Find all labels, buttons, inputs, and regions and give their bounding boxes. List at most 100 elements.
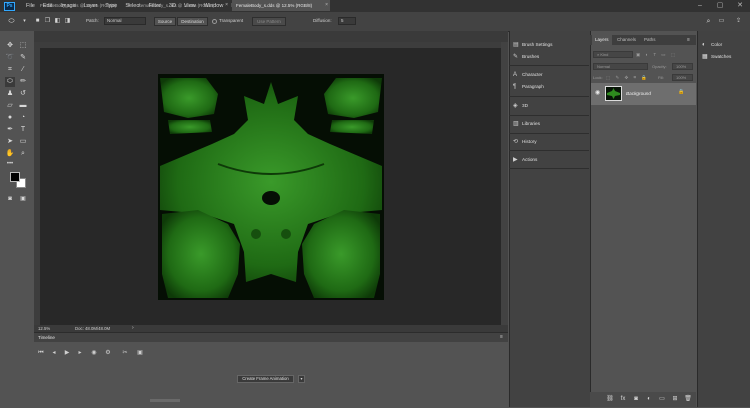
patch-tool-icon[interactable]: ⬭: [5, 77, 15, 87]
gradient-tool-icon[interactable]: ▬: [18, 101, 28, 111]
delete-layer-icon[interactable]: 🗑: [684, 395, 692, 403]
panel-libraries[interactable]: ▥ Libraries: [513, 119, 540, 128]
blur-tool-icon[interactable]: ●: [5, 113, 15, 123]
close-tab-icon[interactable]: ×: [225, 0, 228, 11]
add-mask-icon[interactable]: ◙: [632, 395, 640, 403]
create-frame-animation-button[interactable]: Create Frame Animation: [237, 375, 294, 383]
panel-brush-settings[interactable]: ▤ Brush Settings: [513, 40, 553, 49]
eyedropper-tool-icon[interactable]: ⁄: [18, 65, 28, 75]
split-at-playhead-icon[interactable]: ✂: [121, 349, 129, 357]
minimize-icon[interactable]: –: [690, 0, 710, 12]
tab-layers[interactable]: Layers: [592, 35, 612, 45]
screen-mode-icon[interactable]: ▣: [18, 194, 28, 204]
document-tab[interactable]: FemaleBody_s.dds @ 12.5% (RGB/8) ×: [36, 0, 132, 11]
previous-frame-icon[interactable]: ◂: [50, 349, 58, 357]
panel-actions[interactable]: ▶ Actions: [513, 155, 537, 164]
next-frame-icon[interactable]: ▸: [76, 349, 84, 357]
timeline-zoom-slider[interactable]: [150, 399, 180, 402]
dodge-tool-icon[interactable]: ◔: [18, 113, 28, 123]
tools-panel: [0, 31, 35, 407]
timeline-menu-icon[interactable]: ≡: [500, 333, 503, 342]
status-menu-icon[interactable]: ›: [132, 325, 134, 332]
tab-paths[interactable]: Paths: [641, 35, 659, 45]
layer-name[interactable]: Background: [626, 83, 651, 105]
pen-tool-icon[interactable]: ✒: [5, 125, 15, 135]
layer-row[interactable]: ◉ Background 🔒: [591, 83, 696, 105]
chevron-down-icon[interactable]: ▾: [20, 17, 29, 26]
move-tool-icon[interactable]: ✥: [5, 41, 15, 51]
first-frame-icon[interactable]: ⏮: [37, 349, 45, 357]
panel-paragraph[interactable]: ¶ Paragraph: [513, 82, 544, 91]
intersect-selection-icon[interactable]: ◨: [63, 17, 72, 26]
more-tools-icon[interactable]: •••: [5, 159, 15, 169]
close-tab-icon[interactable]: ×: [127, 0, 130, 11]
layer-style-icon[interactable]: fx: [619, 395, 627, 403]
layer-filter-kind[interactable]: ⌕ Kind: [593, 51, 633, 58]
lock-icons[interactable]: ⬚ ✎ ✥ ⌗ 🔒: [606, 74, 649, 81]
patch-mode-select[interactable]: Normal: [104, 17, 146, 25]
zoom-tool-icon[interactable]: ⌕: [18, 149, 28, 159]
eraser-tool-icon[interactable]: ▱: [5, 101, 15, 111]
new-selection-icon[interactable]: ■: [33, 17, 42, 26]
subtract-selection-icon[interactable]: ◧: [53, 17, 62, 26]
audio-icon[interactable]: ◉: [90, 349, 98, 357]
panel-character[interactable]: A Character: [513, 70, 543, 79]
panel-menu-icon[interactable]: ≡: [687, 35, 690, 45]
settings-icon[interactable]: ⚙: [104, 349, 112, 357]
chevron-down-icon[interactable]: ▾: [298, 375, 305, 383]
use-pattern-button[interactable]: Use Pattern: [252, 17, 286, 26]
marquee-tool-icon[interactable]: ⬚: [18, 41, 28, 51]
maximize-icon[interactable]: ▢: [710, 0, 730, 12]
panel-color[interactable]: ◐ Color: [702, 40, 722, 49]
crop-tool-icon[interactable]: ⌗: [5, 65, 15, 75]
transparent-checkbox[interactable]: [212, 19, 217, 24]
document-tab[interactable]: FemaleBody_s.dds @ 12.5% (RGB/8) ×: [134, 0, 230, 11]
foreground-color-swatch[interactable]: [10, 172, 20, 182]
filter-icons[interactable]: ▣ ◐ T ▭ ⬚: [636, 51, 677, 58]
horizontal-ruler: [34, 42, 501, 48]
timeline-title[interactable]: Timeline: [38, 333, 55, 342]
panel-history[interactable]: ⟲ History: [513, 137, 537, 146]
document-canvas-image[interactable]: [158, 74, 384, 300]
document-size: Doc: 48.0M/48.0M: [75, 326, 111, 331]
play-icon[interactable]: ▶: [63, 349, 71, 357]
history-brush-tool-icon[interactable]: ↺: [18, 89, 28, 99]
link-layers-icon[interactable]: ⛓: [606, 395, 614, 403]
panel-swatches[interactable]: ▦ Swatches: [702, 52, 731, 61]
fill-field[interactable]: 100%: [672, 74, 693, 81]
hand-tool-icon[interactable]: ✋: [5, 149, 15, 159]
add-selection-icon[interactable]: ❐: [43, 17, 52, 26]
eye-icon[interactable]: ◉: [595, 89, 600, 96]
document-tab-active[interactable]: FemaleBody_s.dds @ 12.5% (RGB/8) ×: [232, 0, 330, 11]
clone-stamp-tool-icon[interactable]: ♟: [5, 89, 15, 99]
close-icon[interactable]: ✕: [730, 0, 750, 12]
tab-channels[interactable]: Channels: [614, 35, 639, 45]
workspace-icon[interactable]: ▭: [717, 17, 726, 26]
transition-icon[interactable]: ▣: [136, 349, 144, 357]
close-tab-icon[interactable]: ×: [325, 0, 328, 11]
opacity-field[interactable]: 100%: [672, 63, 693, 70]
quick-mask-icon[interactable]: ◙: [5, 194, 15, 204]
blend-mode-select[interactable]: Normal: [593, 63, 648, 70]
vertical-scrollbar[interactable]: [501, 42, 508, 325]
quick-select-tool-icon[interactable]: ✎: [18, 53, 28, 63]
share-icon[interactable]: ⇪: [734, 17, 743, 26]
adjustment-layer-icon[interactable]: ◐: [645, 395, 653, 403]
destination-button[interactable]: Destination: [177, 17, 208, 26]
diffusion-select[interactable]: 5: [338, 17, 356, 25]
lasso-tool-icon[interactable]: ➰: [5, 53, 15, 63]
new-group-icon[interactable]: ▭: [658, 395, 666, 403]
brush-tool-icon[interactable]: ✏: [18, 77, 28, 87]
patch-tool-preset-icon[interactable]: ⬭: [7, 17, 16, 26]
rectangle-tool-icon[interactable]: ▭: [18, 137, 28, 147]
type-tool-icon[interactable]: T: [18, 125, 28, 135]
path-select-tool-icon[interactable]: ➤: [5, 137, 15, 147]
panel-brushes[interactable]: ✎ Brushes: [513, 52, 539, 61]
zoom-level[interactable]: 12.5%: [38, 325, 50, 332]
new-layer-icon[interactable]: ⊞: [671, 395, 679, 403]
source-button[interactable]: Source: [154, 17, 176, 26]
search-icon[interactable]: ⌕: [704, 17, 713, 26]
collapsed-panels-right: [697, 31, 750, 407]
paragraph-icon: ¶: [513, 84, 517, 90]
panel-3d[interactable]: ◈ 3D: [513, 101, 528, 110]
